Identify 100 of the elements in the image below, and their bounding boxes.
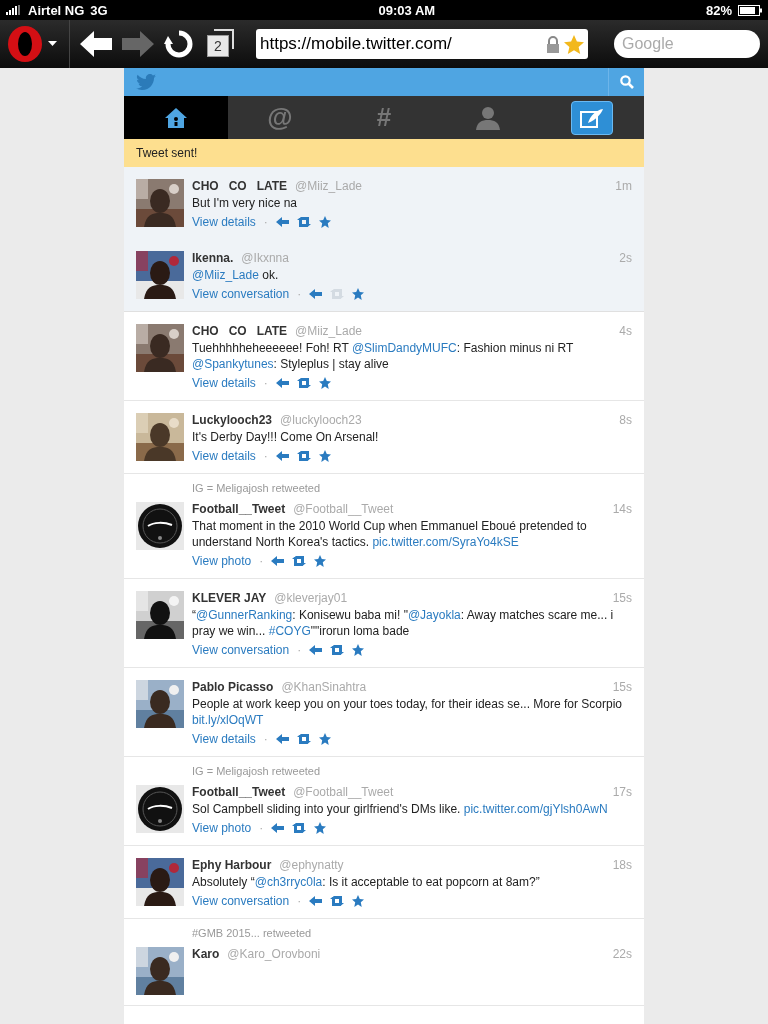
timestamp: 17s (612, 785, 632, 799)
compose-icon (580, 107, 604, 128)
bird-icon (136, 74, 156, 90)
user-name[interactable]: Karo (192, 947, 220, 961)
detail-link[interactable]: View details (192, 215, 256, 229)
reply-icon[interactable] (309, 289, 323, 299)
lock-icon (546, 35, 560, 53)
user-name[interactable]: Ikenna. (192, 251, 234, 265)
home-tab[interactable] (124, 96, 228, 139)
user-handle: @Miiz_Lade (295, 179, 363, 193)
retweet-icon[interactable] (296, 378, 311, 388)
separator-dot: · (297, 643, 302, 657)
tweet-row[interactable]: KLEVER JAY @kleverjay01 15s “@GunnerRanking: Konisewu baba mi! "@Jayokla: Away matches scare me... i pray we win... #COYG""irorun loma bade View conversation · (124, 579, 644, 668)
tweet-link[interactable]: @Spankytunes (192, 357, 274, 371)
tweet-row[interactable]: Ikenna. @Ikxnna 2s @Miiz_Lade ok. View conversation · (124, 239, 644, 311)
user-handle: @Ikxnna (241, 251, 290, 265)
timestamp: 14s (612, 502, 632, 516)
star-icon[interactable] (318, 733, 331, 745)
separator-dot: · (263, 376, 268, 390)
detail-link[interactable]: View details (192, 732, 256, 746)
reply-icon[interactable] (271, 823, 285, 833)
search-field[interactable]: Google (614, 30, 760, 58)
tweet-row[interactable]: IG = Meligajosh retweeted Football__Tweet @Football__Tweet 17s Sol Campbell sliding into your girlfriend's DMs like. pic.twitter.com/gjYlsh0AwN View photo · (124, 757, 644, 846)
reply-icon[interactable] (309, 896, 323, 906)
reply-icon[interactable] (271, 556, 285, 566)
detail-link[interactable]: View details (192, 376, 256, 390)
detail-link[interactable]: View conversation (192, 643, 290, 657)
separator-dot: · (259, 554, 264, 568)
tweet-row[interactable]: Pablo Picasso @KhanSinahtra 15s People at work keep you on your toes today, for their ideas se... More for Scorpio bit.ly/xlOqWT View details · (124, 668, 644, 757)
reload-button[interactable] (164, 29, 194, 59)
retweet-icon[interactable] (292, 823, 307, 833)
detail-link[interactable]: View details (192, 449, 256, 463)
caret-icon[interactable] (48, 41, 57, 47)
reply-icon[interactable] (309, 645, 323, 655)
tweet-row[interactable]: CHO CO LATE @Miiz_Lade 4s Tuehhhhheheeeeee! Foh! RT @SlimDandyMUFC: Fashion minus ni RT @Spankytunes: Styleplus | stay alive View details · (124, 311, 644, 401)
user-name[interactable]: Pablo Picasso (192, 680, 274, 694)
user-handle: @Karo_Orovboni (227, 947, 322, 961)
user-name[interactable]: Football__Tweet (192, 502, 286, 516)
detail-link[interactable]: View conversation (192, 894, 290, 908)
timestamp: 1m (615, 179, 632, 193)
detail-link[interactable]: View photo (192, 821, 252, 835)
detail-link[interactable]: View conversation (192, 287, 290, 301)
tweet-link[interactable]: #COYG (268, 624, 311, 638)
reply-icon[interactable] (275, 378, 289, 388)
reply-icon[interactable] (275, 734, 289, 744)
tweet-text: Absolutely “@ch3rryc0la: Is it acceptable to eat popcorn at 8am?” (192, 874, 541, 890)
star-icon[interactable] (318, 216, 331, 228)
back-button[interactable] (80, 31, 112, 57)
tweet-link[interactable]: pic.twitter.com/SyraYo4kSE (372, 535, 519, 549)
user-name[interactable]: KLEVER JAY (192, 591, 267, 605)
star-icon[interactable] (314, 555, 327, 567)
retweet-icon[interactable] (296, 734, 311, 744)
address-field[interactable]: https://mobile.twitter.com/ (256, 29, 588, 59)
tweet-link[interactable]: pic.twitter.com/gjYlsh0AwN (463, 802, 608, 816)
star-icon[interactable] (318, 377, 331, 389)
star-icon[interactable] (318, 450, 331, 462)
retweet-icon[interactable] (296, 451, 311, 461)
search-icon (619, 75, 634, 89)
tweet-link[interactable]: @Jayokla (407, 608, 461, 622)
user-name[interactable]: Football__Tweet (192, 785, 286, 799)
separator-dot: · (297, 894, 302, 908)
network-type: 3G (90, 2, 108, 18)
star-icon[interactable] (564, 34, 584, 54)
user-name[interactable]: CHO CO LATE (192, 324, 288, 338)
retweet-icon[interactable] (292, 556, 307, 566)
battery-icon (738, 4, 762, 16)
tweet-row[interactable]: CHO CO LATE @Miiz_Lade 1m But I'm very nice na View details · (124, 167, 644, 239)
timestamp: 4s (619, 324, 632, 338)
timestamp: 15s (612, 680, 632, 694)
battery-percent: 82% (705, 2, 732, 18)
separator-dot: · (263, 449, 268, 463)
opera-logo-icon[interactable] (6, 25, 44, 63)
retweet-icon[interactable] (296, 217, 311, 227)
tweet-text: “@GunnerRanking: Konisewu baba mi! "@Jayokla: Away matches scare me... i pray we win... #COYG""irorun loma bade (192, 607, 615, 639)
user-name[interactable]: Luckylooch23 (192, 413, 273, 427)
reply-icon[interactable] (275, 451, 289, 461)
star-icon[interactable] (352, 644, 365, 656)
timestamp: 18s (612, 858, 632, 872)
star-icon[interactable] (314, 822, 327, 834)
timestamp: 22s (612, 947, 632, 961)
user-name[interactable]: Ephy Harbour (192, 858, 272, 872)
tweet-text: That moment in the 2010 World Cup when Emmanuel Eboué pretended to understand North Korea's tactics. pic.twitter.com/SyraYo4kSE (192, 518, 588, 550)
tweet-row[interactable]: Ephy Harbour @ephynatty 18s Absolutely “@ch3rryc0la: Is it acceptable to eat popcorn at 8am?” View conversation · (124, 846, 644, 919)
notice-banner: Tweet sent! (124, 139, 644, 167)
tweet-row[interactable]: Luckylooch23 @luckylooch23 8s It's Derby Day!!! Come On Arsenal! View details · (124, 401, 644, 474)
tweet-row[interactable]: #GMB 2015... retweeted Karo @Karo_Orovboni 22s (124, 919, 644, 1006)
tweet-link[interactable]: @SlimDandyMUFC (351, 341, 457, 355)
tweet-text: But I'm very nice na (192, 195, 298, 211)
retweet-icon[interactable] (330, 896, 345, 906)
timestamp: 2s (619, 251, 632, 265)
user-name[interactable]: CHO CO LATE (192, 179, 288, 193)
detail-link[interactable]: View photo (192, 554, 252, 568)
tweet-text: @Miiz_Lade ok. (192, 267, 280, 283)
user-handle: @KhanSinahtra (281, 680, 368, 694)
reply-icon[interactable] (275, 217, 289, 227)
star-icon[interactable] (352, 288, 365, 300)
tweet-link[interactable]: @Miiz_Lade (192, 268, 259, 282)
star-icon[interactable] (352, 895, 365, 907)
retweet-icon[interactable] (330, 645, 345, 655)
tweet-link[interactable]: bit.ly/xlOqWT (192, 713, 264, 727)
